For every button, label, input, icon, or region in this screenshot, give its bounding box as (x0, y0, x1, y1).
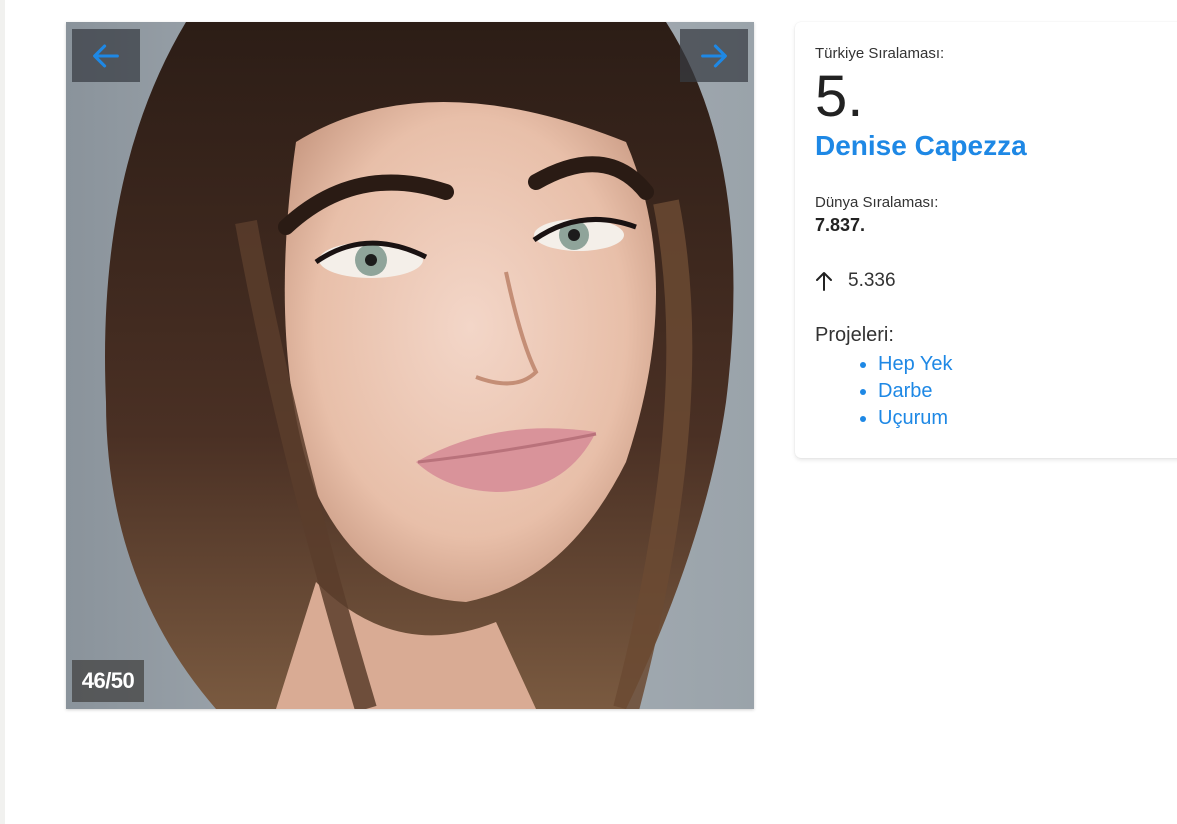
page-left-border (0, 0, 5, 824)
turkey-rank-value: 5. (815, 64, 864, 129)
project-link-ucurum[interactable]: Uçurum (878, 407, 948, 429)
arrow-right-icon (701, 44, 727, 67)
world-rank-value: 7.837. (815, 215, 866, 235)
project-link-hep-yek[interactable]: Hep Yek (878, 353, 953, 375)
rank-change-value: 5.336 (848, 270, 896, 291)
projects-label: Projeleri: (815, 324, 894, 346)
list-item: Darbe (878, 378, 953, 405)
turkey-rank-label: Türkiye Sıralaması: (815, 45, 945, 62)
rank-change: 5.336 (815, 270, 896, 292)
world-rank-label: Dünya Sıralaması: (815, 194, 939, 211)
portrait-photo (66, 22, 754, 709)
previous-photo-button[interactable] (72, 29, 140, 82)
next-photo-button[interactable] (680, 29, 748, 82)
actor-name-link[interactable]: Denise Capezza (815, 130, 1027, 162)
projects-list: Hep Yek Darbe Uçurum (858, 351, 953, 432)
project-link-darbe[interactable]: Darbe (878, 380, 932, 402)
list-item: Uçurum (878, 405, 953, 432)
arrow-left-icon (93, 44, 119, 67)
arrow-up-icon (816, 272, 832, 291)
profile-card: Türkiye Sıralaması: 5. Denise Capezza Dü… (795, 22, 1177, 458)
list-item: Hep Yek (878, 351, 953, 378)
photo-gallery: 46/50 (66, 22, 754, 709)
photo-counter: 46/50 (72, 660, 144, 702)
